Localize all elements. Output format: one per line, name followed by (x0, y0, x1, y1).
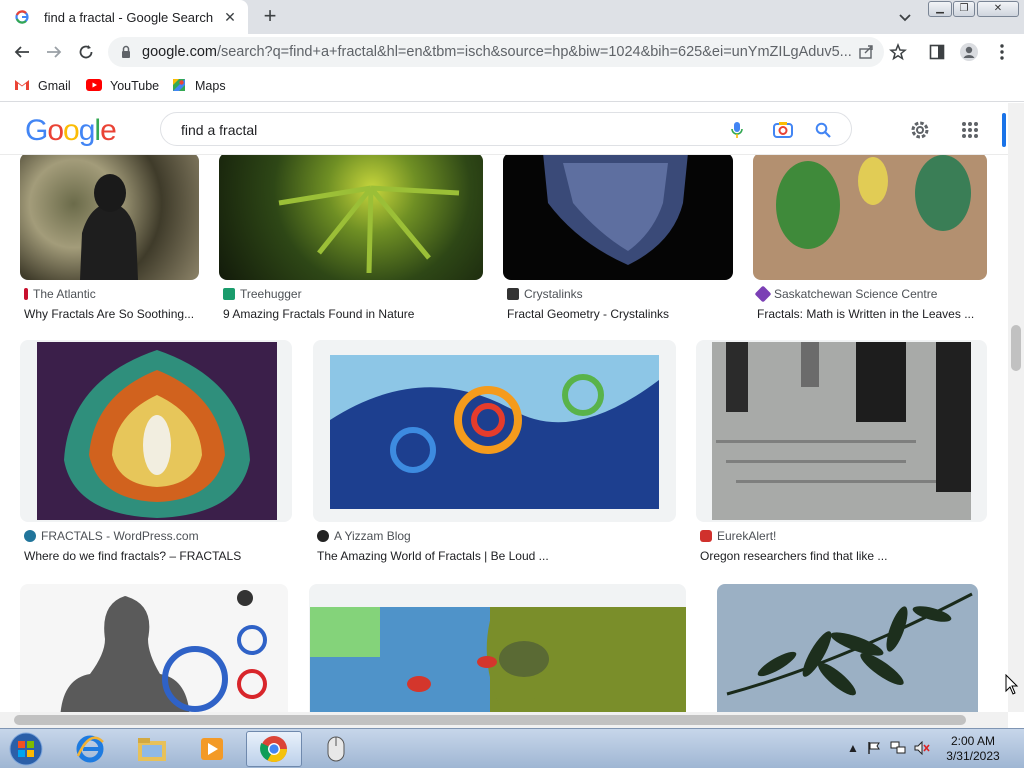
close-tab-icon[interactable]: ✕ (222, 9, 238, 25)
result-title[interactable]: Fractals: Math is Written in the Leaves … (757, 307, 987, 321)
close-window-button[interactable]: ✕ (977, 1, 1019, 17)
google-favicon-icon (14, 9, 30, 25)
result-image-treehugger[interactable] (219, 155, 483, 280)
bookmark-star-icon[interactable] (888, 42, 908, 62)
youtube-icon (86, 78, 102, 94)
google-header: Google find a fractal (0, 103, 1008, 155)
maps-icon (171, 77, 187, 96)
atlantic-favicon-icon (24, 288, 28, 300)
share-icon[interactable] (856, 42, 876, 62)
result-source: The Atlantic (33, 287, 96, 301)
result-image-sask-science[interactable] (753, 155, 987, 280)
side-panel-icon[interactable] (927, 42, 947, 62)
sask-favicon-icon (754, 285, 772, 303)
gmail-icon (14, 79, 30, 94)
horizontal-scroll-thumb[interactable] (14, 715, 966, 725)
result-image-yizzam[interactable] (313, 340, 676, 522)
search-icon[interactable] (813, 120, 833, 140)
internet-explorer-icon[interactable] (62, 731, 118, 767)
result-image-eurekalert[interactable] (696, 340, 987, 522)
url-path: /search?q=find+a+fractal&hl=en&tbm=isch&… (216, 44, 852, 60)
yizzam-favicon-icon (317, 530, 329, 542)
result-title[interactable]: Oregon researchers find that like ... (700, 549, 987, 563)
chrome-taskbar-icon[interactable] (246, 731, 302, 767)
vertical-scrollbar[interactable] (1008, 103, 1024, 712)
result-source: FRACTALS - WordPress.com (41, 529, 199, 543)
bookmark-maps[interactable]: Maps (171, 76, 226, 96)
file-explorer-icon[interactable] (124, 731, 180, 767)
result-source: Treehugger (240, 287, 302, 301)
bookmark-gmail[interactable]: Gmail (14, 76, 71, 96)
browser-toolbar: google.com/search?q=find+a+fractal&hl=en… (0, 34, 1024, 70)
result-title[interactable]: Fractal Geometry - Crystalinks (507, 307, 733, 321)
result-source: A Yizzam Blog (334, 529, 411, 543)
clock-time: 2:00 AM (950, 734, 996, 748)
result-source: Crystalinks (524, 287, 583, 301)
eurekalert-favicon-icon (700, 530, 712, 542)
volume-muted-icon[interactable] (914, 740, 930, 756)
vertical-scroll-thumb[interactable] (1011, 325, 1021, 371)
mouse-icon[interactable] (308, 731, 364, 767)
result-image-julia-set[interactable] (309, 584, 686, 712)
result-image-atlantic[interactable] (20, 155, 199, 280)
google-logo[interactable]: Google (25, 114, 117, 148)
bookmark-youtube[interactable]: YouTube (86, 76, 159, 96)
mouse-cursor-icon (1005, 673, 1019, 701)
lock-icon[interactable] (116, 42, 136, 62)
result-source: Saskatchewan Science Centre (774, 287, 938, 301)
crystalinks-favicon-icon (507, 288, 519, 300)
new-tab-icon[interactable]: + (258, 5, 282, 29)
reload-icon[interactable] (76, 42, 96, 62)
search-input[interactable]: find a fractal (181, 122, 257, 138)
more-vert-icon[interactable] (992, 42, 1012, 62)
account-edge-indicator (1002, 113, 1006, 147)
result-title[interactable]: Why Fractals Are So Soothing... (24, 307, 200, 321)
result-title[interactable]: 9 Amazing Fractals Found in Nature (223, 307, 483, 321)
restore-button[interactable]: ❐ (953, 1, 975, 17)
start-button[interactable] (0, 731, 52, 767)
result-source: EurekAlert! (717, 529, 777, 543)
apps-grid-icon[interactable] (959, 119, 981, 141)
show-hidden-icons-icon[interactable]: ▲ (845, 740, 861, 756)
url-host: google.com (142, 44, 217, 60)
result-image-fractals-wordpress[interactable] (20, 340, 292, 522)
result-title[interactable]: The Amazing World of Fractals | Be Loud … (317, 549, 676, 563)
result-image-fern[interactable] (717, 584, 978, 712)
url-text: google.com/search?q=find+a+fractal&hl=en… (142, 44, 852, 60)
microphone-icon[interactable] (727, 120, 747, 140)
media-player-icon[interactable] (184, 731, 240, 767)
tab-title: find a fractal - Google Search (44, 9, 214, 25)
minimize-button[interactable]: ▁ (928, 1, 952, 17)
horizontal-scrollbar[interactable] (0, 712, 1008, 728)
result-image-people-search[interactable] (20, 584, 288, 712)
image-results: The Atlantic Why Fractals Are So Soothin… (0, 155, 1008, 712)
result-image-crystalinks[interactable] (503, 155, 733, 280)
action-center-flag-icon[interactable] (866, 740, 882, 756)
wordpress-favicon-icon (24, 530, 36, 542)
chevron-down-icon[interactable] (895, 7, 915, 27)
bookmarks-bar: Gmail YouTube Maps (0, 70, 1024, 102)
result-title[interactable]: Where do we find fractals? – FRACTALS (24, 549, 292, 563)
search-box[interactable]: find a fractal (160, 112, 852, 146)
profile-avatar-icon[interactable] (959, 42, 979, 62)
tab-active[interactable]: find a fractal - Google Search ✕ (0, 0, 248, 34)
system-clock[interactable]: 2:00 AM 3/31/2023 (940, 734, 1006, 764)
gear-icon[interactable] (909, 119, 931, 141)
back-arrow-icon[interactable] (12, 42, 32, 62)
camera-lens-icon[interactable] (773, 120, 793, 140)
treehugger-favicon-icon (223, 288, 235, 300)
address-bar[interactable]: google.com/search?q=find+a+fractal&hl=en… (108, 37, 884, 67)
forward-arrow-icon[interactable] (44, 42, 64, 62)
clock-date: 3/31/2023 (946, 749, 1000, 763)
tab-strip: find a fractal - Google Search ✕ + ▁ ❐ ✕ (0, 0, 1024, 34)
network-icon[interactable] (890, 740, 906, 756)
windows-taskbar: ▲ 2:00 AM 3/31/2023 (0, 728, 1024, 768)
